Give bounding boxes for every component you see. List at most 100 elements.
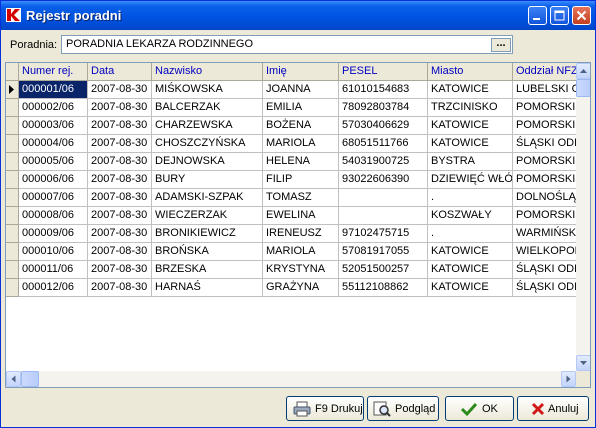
table-cell[interactable]: KATOWICE (428, 261, 513, 279)
scroll-right-button[interactable] (561, 371, 576, 387)
table-cell[interactable]: BOŻENA (263, 117, 339, 135)
table-cell[interactable]: 2007-08-30 (88, 279, 152, 297)
table-cell[interactable]: 97102475715 (339, 225, 428, 243)
table-cell[interactable]: WARMIŃSKO (513, 225, 583, 243)
table-cell[interactable]: 000011/06 (19, 261, 88, 279)
table-row[interactable]: 000007/06 2007-08-30 ADAMSKI-SZPAK TOMASZ. D… (6, 189, 583, 207)
cancel-button[interactable]: Anuluj (517, 396, 589, 421)
table-cell[interactable]: 2007-08-30 (88, 135, 152, 153)
table-cell[interactable]: BALCERZAK (152, 99, 263, 117)
vertical-scrollbar[interactable] (576, 63, 590, 371)
table-cell[interactable]: 2007-08-30 (88, 81, 152, 99)
table-cell[interactable]: 54031900725 (339, 153, 428, 171)
table-cell[interactable]: 78092803784 (339, 99, 428, 117)
table-cell[interactable]: 2007-08-30 (88, 189, 152, 207)
table-cell[interactable]: KRYSTYNA (263, 261, 339, 279)
column-header[interactable]: Numer rej. (19, 63, 88, 81)
table-row[interactable]: 000004/06 2007-08-30 CHOSZCZYŃSKA MARIOLA 68… (6, 135, 583, 153)
table-row[interactable]: 000002/06 2007-08-30 BALCERZAK EMILIA 780928… (6, 99, 583, 117)
table-cell[interactable]: . (428, 225, 513, 243)
scroll-up-button[interactable] (576, 63, 590, 79)
table-cell[interactable]: POMORSKI (513, 171, 583, 189)
table-cell[interactable]: 000006/06 (19, 171, 88, 189)
column-header[interactable]: Data (88, 63, 152, 81)
table-cell[interactable]: GRAŻYNA (263, 279, 339, 297)
table-row[interactable]: 000006/06 2007-08-30 BURY FILIP 93022606390 D… (6, 171, 583, 189)
table-cell[interactable]: POMORSKI (513, 117, 583, 135)
table-cell[interactable]: 57030406629 (339, 117, 428, 135)
table-cell[interactable] (339, 189, 428, 207)
table-row[interactable]: 000005/06 2007-08-30 DEJNOWSKA HELENA 540319… (6, 153, 583, 171)
table-cell[interactable]: ADAMSKI-SZPAK (152, 189, 263, 207)
table-cell[interactable]: BURY (152, 171, 263, 189)
table-cell[interactable]: EMILIA (263, 99, 339, 117)
table-cell[interactable]: 000008/06 (19, 207, 88, 225)
table-cell[interactable]: MARIOLA (263, 135, 339, 153)
table-cell[interactable]: 93022606390 (339, 171, 428, 189)
table-cell[interactable]: EWELINA (263, 207, 339, 225)
table-cell[interactable]: POMORSKI (513, 207, 583, 225)
table-cell[interactable]: BRZESKA (152, 261, 263, 279)
scroll-left-button[interactable] (6, 371, 21, 387)
table-cell[interactable]: 000009/06 (19, 225, 88, 243)
column-header[interactable]: Imię (263, 63, 339, 81)
column-header[interactable]: Nazwisko (152, 63, 263, 81)
poradnia-browse-button[interactable]: ... (491, 38, 511, 52)
vertical-scroll-thumb[interactable] (576, 79, 590, 97)
table-cell[interactable]: 000003/06 (19, 117, 88, 135)
table-cell[interactable]: 61010154683 (339, 81, 428, 99)
table-row[interactable]: 000011/06 2007-08-30 BRZESKA KRYSTYNA 520515… (6, 261, 583, 279)
table-cell[interactable]: KATOWICE (428, 279, 513, 297)
table-cell[interactable]: WIELKOPOLSKI (513, 243, 583, 261)
table-cell[interactable]: 55112108862 (339, 279, 428, 297)
table-cell[interactable]: KATOWICE (428, 243, 513, 261)
column-header[interactable]: Miasto (428, 63, 513, 81)
table-row[interactable]: 000003/06 2007-08-30 CHARZEWSKA BOŻENA 57030… (6, 117, 583, 135)
table-cell[interactable]: IRENEUSZ (263, 225, 339, 243)
table-cell[interactable]: 2007-08-30 (88, 153, 152, 171)
table-cell[interactable]: 000012/06 (19, 279, 88, 297)
table-cell[interactable]: 2007-08-30 (88, 171, 152, 189)
table-cell[interactable]: DOLNOŚLĄSKI (513, 189, 583, 207)
table-cell[interactable]: POMORSKI (513, 99, 583, 117)
table-cell[interactable]: ŚLĄSKI ODDZIAŁ (513, 261, 583, 279)
table-cell[interactable]: MIŚKOWSKA (152, 81, 263, 99)
scroll-down-button[interactable] (576, 355, 590, 371)
table-row[interactable]: 000001/06 2007-08-30 MIŚKOWSKA JOANNA 610101… (6, 81, 583, 99)
table-row[interactable]: 000009/06 2007-08-30 BRONIKIEWICZ IRENEUSZ 9… (6, 225, 583, 243)
column-header[interactable]: PESEL (339, 63, 428, 81)
table-row[interactable]: 000012/06 2007-08-30 HARNAŚ GRAŻYNA 55112108… (6, 279, 583, 297)
table-cell[interactable]: POMORSKI (513, 153, 583, 171)
table-row[interactable]: 000008/06 2007-08-30 WIECZERZAK EWELINA KOSZ… (6, 207, 583, 225)
table-row[interactable]: 000010/06 2007-08-30 BROŃSKA MARIOLA 5708191… (6, 243, 583, 261)
poradnia-field[interactable]: PORADNIA LEKARZA RODZINNEGO (61, 35, 513, 54)
table-cell[interactable]: 000004/06 (19, 135, 88, 153)
table-cell[interactable]: HELENA (263, 153, 339, 171)
table-cell[interactable]: MARIOLA (263, 243, 339, 261)
table-cell[interactable]: 57081917055 (339, 243, 428, 261)
table-cell[interactable]: ŚLĄSKI ODDZIAŁ (513, 279, 583, 297)
table-cell[interactable]: 2007-08-30 (88, 243, 152, 261)
table-cell[interactable]: KATOWICE (428, 117, 513, 135)
table-cell[interactable]: WIECZERZAK (152, 207, 263, 225)
table-cell[interactable] (339, 207, 428, 225)
table-cell[interactable]: KATOWICE (428, 135, 513, 153)
table-cell[interactable]: 000010/06 (19, 243, 88, 261)
table-cell[interactable]: ŚLĄSKI ODDZIAŁ (513, 135, 583, 153)
horizontal-scrollbar[interactable] (6, 371, 576, 387)
table-cell[interactable]: 2007-08-30 (88, 261, 152, 279)
horizontal-scroll-thumb[interactable] (21, 371, 39, 387)
preview-button[interactable]: Podgląd (367, 396, 439, 421)
maximize-button[interactable] (550, 6, 569, 25)
table-cell[interactable]: 2007-08-30 (88, 117, 152, 135)
table-cell[interactable]: TOMASZ (263, 189, 339, 207)
table-cell[interactable]: DZIEWIĘĆ WŁÓK (428, 171, 513, 189)
table-cell[interactable]: CHOSZCZYŃSKA (152, 135, 263, 153)
table-cell[interactable]: BYSTRA (428, 153, 513, 171)
table-cell[interactable]: LUBELSKI ODDZIAŁ (513, 81, 583, 99)
table-cell[interactable]: JOANNA (263, 81, 339, 99)
minimize-button[interactable] (528, 6, 547, 25)
table-cell[interactable]: KOSZWAŁY (428, 207, 513, 225)
ok-button[interactable]: OK (445, 396, 514, 421)
table-cell[interactable]: DEJNOWSKA (152, 153, 263, 171)
